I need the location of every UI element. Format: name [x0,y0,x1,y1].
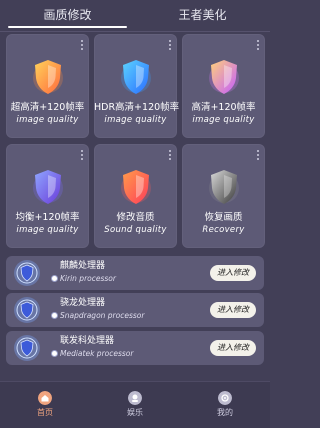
card-title: HDR高清+120帧率 [94,102,180,113]
processor-name: 联发科处理器 [60,336,115,346]
card-subtitle: image quality [16,225,79,235]
more-icon[interactable] [257,40,260,50]
shield-orange-icon [33,60,63,94]
shield-gray-icon [209,170,239,204]
card-ultra-hd[interactable]: 超高清+120帧率 image quality [6,34,89,138]
card-subtitle: image quality [104,115,167,125]
top-tabs: 画质修改 王者美化 [0,0,270,30]
chip-shield-icon [14,297,40,323]
card-title: 均衡+120帧率 [15,212,80,223]
bottom-nav: 首页 娱乐 我的 [0,381,270,428]
profile-icon [218,391,232,405]
processor-name-en: Mediatek processor [60,349,134,358]
card-subtitle: image quality [192,115,255,125]
more-icon[interactable] [257,150,260,160]
entertainment-icon [128,391,142,405]
more-icon[interactable] [81,150,84,160]
chip-dot-icon [52,276,57,281]
card-subtitle: Sound quality [104,225,167,235]
nav-home[interactable]: 首页 [0,382,90,428]
card-sound-quality[interactable]: 修改音质 Sound quality [94,144,177,248]
shield-purple-icon [33,170,63,204]
more-icon[interactable] [169,40,172,50]
processor-name-en: Snapdragon processor [60,311,145,320]
more-icon[interactable] [81,40,84,50]
enter-modify-button[interactable]: 进入修改 [210,340,256,356]
card-hd[interactable]: 高清+120帧率 image quality [182,34,265,138]
card-title: 修改音质 [116,212,155,223]
nav-label: 首页 [37,408,53,417]
processor-name: 麒麟处理器 [60,261,106,271]
tab-divider [0,31,270,32]
processor-row-kirin[interactable]: 麒麟处理器 Kirin processor 进入修改 [6,256,264,290]
home-icon [38,391,52,405]
tab-king-beautify[interactable]: 王者美化 [135,0,270,30]
card-subtitle: image quality [16,115,79,125]
enter-modify-button[interactable]: 进入修改 [210,265,256,281]
processor-row-mediatek[interactable]: 联发科处理器 Mediatek processor 进入修改 [6,331,264,365]
card-title: 超高清+120帧率 [10,102,85,113]
more-icon[interactable] [169,150,172,160]
enter-modify-button[interactable]: 进入修改 [210,302,256,318]
processor-name: 骁龙处理器 [60,298,106,308]
nav-entertainment[interactable]: 娱乐 [90,382,180,428]
card-recovery[interactable]: 恢复画质 Recovery [182,144,265,248]
card-balanced[interactable]: 均衡+120帧率 image quality [6,144,89,248]
shield-pink-icon [209,60,239,94]
card-title: 恢复画质 [204,212,243,223]
shield-blue-icon [121,60,151,94]
card-title: 高清+120帧率 [191,102,256,113]
chip-shield-icon [14,335,40,361]
processor-name-en: Kirin processor [60,274,116,283]
card-hdr-hd[interactable]: HDR高清+120帧率 image quality [94,34,180,138]
chip-shield-icon [14,260,40,286]
shield-red-icon [121,170,151,204]
tab-image-quality[interactable]: 画质修改 [0,0,135,30]
processor-row-snapdragon[interactable]: 骁龙处理器 Snapdragon processor 进入修改 [6,293,264,327]
nav-profile[interactable]: 我的 [180,382,270,428]
card-subtitle: Recovery [202,225,245,235]
nav-label: 我的 [217,408,233,417]
chip-dot-icon [52,351,57,356]
chip-dot-icon [52,313,57,318]
nav-label: 娱乐 [127,408,143,417]
